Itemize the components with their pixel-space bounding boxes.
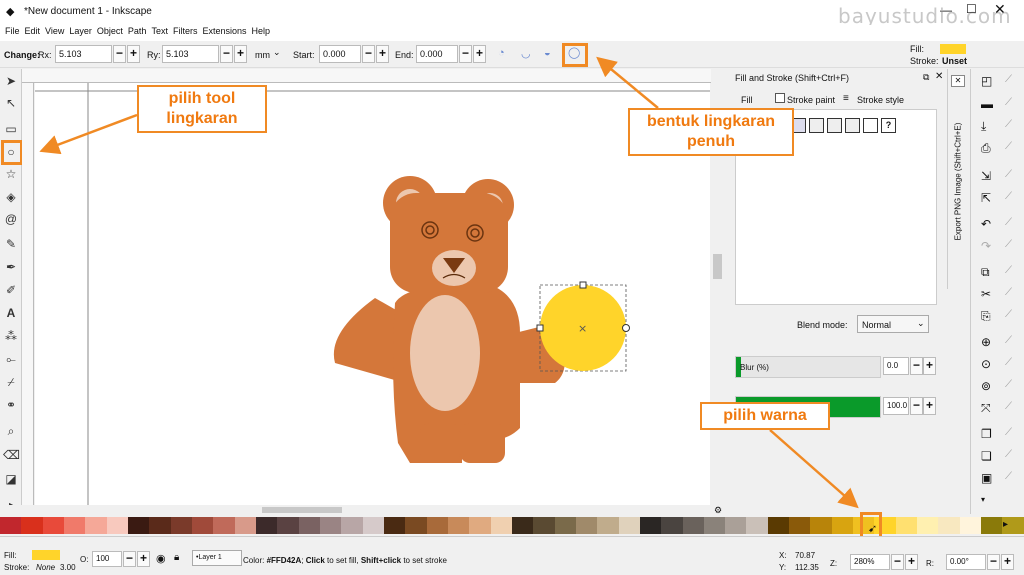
arrow-to-palette-color (769, 429, 859, 509)
arrow-to-whole-circle (596, 56, 659, 109)
annotation-arrows (39, 56, 859, 509)
arrow-to-circle-tool (39, 113, 138, 155)
